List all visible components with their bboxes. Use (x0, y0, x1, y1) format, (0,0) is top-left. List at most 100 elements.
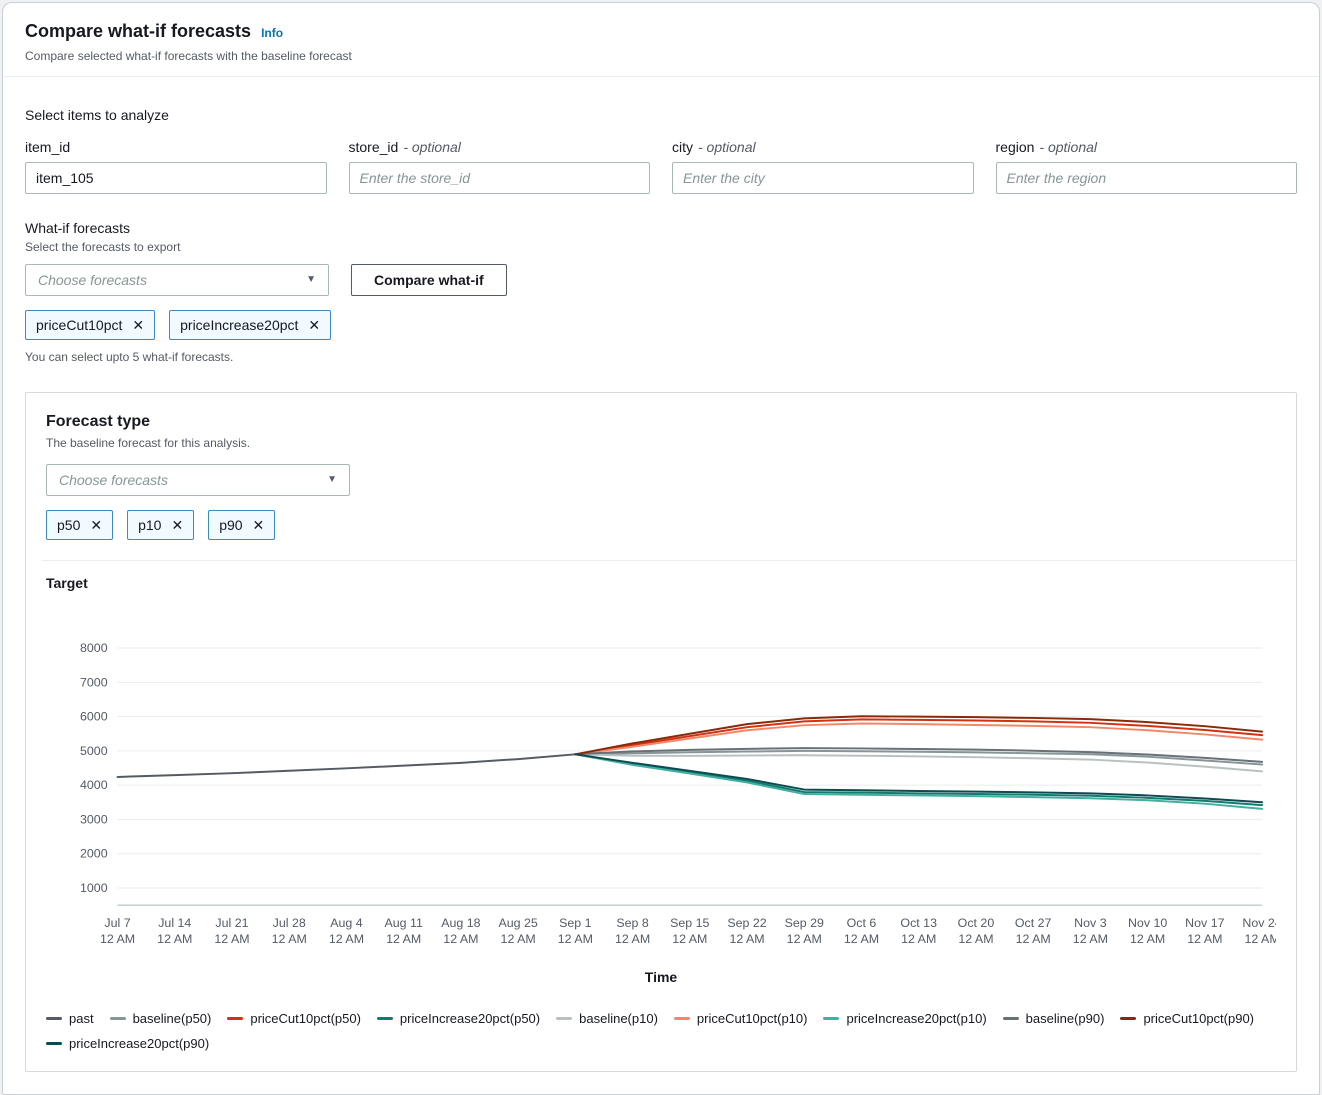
svg-text:Nov 1712 AM: Nov 1712 AM (1185, 916, 1224, 946)
token-p10[interactable]: p10 ✕ (127, 510, 194, 540)
legend-label: priceCut10pct(p90) (1143, 1011, 1254, 1026)
forecast-type-panel: Forecast type The baseline forecast for … (25, 392, 1297, 1072)
svg-text:Sep 1512 AM: Sep 1512 AM (670, 916, 709, 946)
legend-swatch (1003, 1017, 1019, 1020)
legend-item-priceCut10pct(p90)[interactable]: priceCut10pct(p90) (1120, 1011, 1254, 1026)
legend-swatch (46, 1017, 62, 1020)
whatif-section-label: What-if forecasts (25, 220, 1297, 236)
legend-swatch (227, 1017, 243, 1020)
series-line-past (118, 754, 576, 777)
svg-text:Sep 112 AM: Sep 112 AM (558, 916, 593, 946)
legend-label: priceIncrease20pct(p10) (846, 1011, 986, 1026)
region-field-group: region- optional (996, 139, 1298, 194)
legend-swatch (1120, 1017, 1136, 1020)
legend-item-priceIncrease20pct(p10)[interactable]: priceIncrease20pct(p10) (823, 1011, 986, 1026)
legend-label: priceIncrease20pct(p90) (69, 1036, 209, 1051)
token-label: priceIncrease20pct (180, 317, 298, 333)
dismiss-icon[interactable]: ✕ (253, 518, 265, 532)
page-container: Compare what-if forecasts Info Compare s… (2, 2, 1320, 1095)
legend-label: priceIncrease20pct(p50) (400, 1011, 540, 1026)
svg-text:Nov 1012 AM: Nov 1012 AM (1128, 916, 1167, 946)
caret-down-icon: ▼ (327, 475, 337, 485)
svg-text:5000: 5000 (80, 744, 108, 758)
svg-text:Aug 412 AM: Aug 412 AM (329, 916, 364, 946)
legend-swatch (46, 1042, 62, 1045)
svg-text:Aug 1812 AM: Aug 1812 AM (441, 916, 480, 946)
store-id-input[interactable] (349, 162, 651, 194)
svg-text:Nov 2412 AM: Nov 2412 AM (1242, 916, 1276, 946)
legend-item-priceIncrease20pct(p50)[interactable]: priceIncrease20pct(p50) (377, 1011, 540, 1026)
svg-text:1000: 1000 (80, 881, 108, 895)
item-id-label: item_id (25, 139, 327, 155)
svg-text:Nov 312 AM: Nov 312 AM (1073, 916, 1108, 946)
legend-item-priceIncrease20pct(p90)[interactable]: priceIncrease20pct(p90) (46, 1036, 209, 1051)
svg-text:Oct 2712 AM: Oct 2712 AM (1015, 916, 1052, 946)
token-priceIncrease20pct[interactable]: priceIncrease20pct ✕ (169, 310, 331, 340)
item-filter-fields: item_id store_id- optional city- optiona… (25, 139, 1297, 194)
x-axis-title: Time (46, 969, 1276, 985)
store-id-label: store_id- optional (349, 139, 651, 155)
whatif-description: Select the forecasts to export (25, 240, 1297, 254)
svg-text:8000: 8000 (80, 641, 108, 655)
select-items-section-label: Select items to analyze (25, 107, 1297, 123)
legend-item-priceCut10pct(p50)[interactable]: priceCut10pct(p50) (227, 1011, 361, 1026)
legend-swatch (377, 1017, 393, 1020)
legend-label: past (69, 1011, 94, 1026)
series-line-priceIncrease20pct(p50) (575, 754, 1262, 805)
legend-item-baseline(p50)[interactable]: baseline(p50) (110, 1011, 212, 1026)
forecast-chart: 10002000300040005000600070008000Jul 712 … (46, 617, 1276, 967)
whatif-select-placeholder: Choose forecasts (38, 272, 147, 288)
legend-swatch (674, 1017, 690, 1020)
page-content: Select items to analyze item_id store_id… (3, 77, 1319, 1094)
legend-swatch (110, 1017, 126, 1020)
dismiss-icon[interactable]: ✕ (171, 518, 183, 532)
svg-text:Jul 712 AM: Jul 712 AM (100, 916, 135, 946)
forecast-type-description: The baseline forecast for this analysis. (46, 436, 1276, 450)
svg-text:Aug 1112 AM: Aug 1112 AM (384, 916, 422, 946)
legend-label: baseline(p90) (1026, 1011, 1105, 1026)
legend-swatch (556, 1017, 572, 1020)
y-axis-title: Target (46, 575, 1276, 591)
forecast-type-title: Forecast type (46, 413, 1276, 431)
svg-text:Jul 2812 AM: Jul 2812 AM (272, 916, 307, 946)
region-input[interactable] (996, 162, 1298, 194)
city-input[interactable] (672, 162, 974, 194)
dismiss-icon[interactable]: ✕ (90, 518, 102, 532)
page-title: Compare what-if forecasts (25, 21, 251, 42)
token-constraint-text: You can select upto 5 what-if forecasts. (25, 350, 1297, 364)
svg-text:Aug 2512 AM: Aug 2512 AM (498, 916, 537, 946)
forecast-type-select-placeholder: Choose forecasts (59, 472, 168, 488)
dismiss-icon[interactable]: ✕ (308, 318, 320, 332)
token-label: priceCut10pct (36, 317, 122, 333)
legend-label: baseline(p10) (579, 1011, 658, 1026)
info-link[interactable]: Info (261, 26, 283, 40)
svg-text:Sep 2912 AM: Sep 2912 AM (785, 916, 824, 946)
svg-text:Oct 2012 AM: Oct 2012 AM (958, 916, 995, 946)
dismiss-icon[interactable]: ✕ (132, 318, 144, 332)
whatif-tokens: priceCut10pct ✕ priceIncrease20pct ✕ (25, 310, 1297, 340)
svg-text:Oct 1312 AM: Oct 1312 AM (900, 916, 937, 946)
region-label: region- optional (996, 139, 1298, 155)
forecast-type-select[interactable]: Choose forecasts ▼ (46, 464, 350, 496)
svg-text:3000: 3000 (80, 812, 108, 826)
forecast-chart-svg: 10002000300040005000600070008000Jul 712 … (46, 617, 1276, 967)
legend-item-baseline(p90)[interactable]: baseline(p90) (1003, 1011, 1105, 1026)
legend-item-priceCut10pct(p10)[interactable]: priceCut10pct(p10) (674, 1011, 808, 1026)
legend-swatch (823, 1017, 839, 1020)
page-subtitle: Compare selected what-if forecasts with … (25, 49, 1297, 63)
compare-what-if-button[interactable]: Compare what-if (351, 264, 507, 296)
token-p50[interactable]: p50 ✕ (46, 510, 113, 540)
panel-divider (42, 560, 1296, 561)
store-id-field-group: store_id- optional (349, 139, 651, 194)
whatif-forecasts-select[interactable]: Choose forecasts ▼ (25, 264, 329, 296)
svg-text:2000: 2000 (80, 847, 108, 861)
legend-label: priceCut10pct(p10) (697, 1011, 808, 1026)
legend-item-baseline(p10)[interactable]: baseline(p10) (556, 1011, 658, 1026)
token-p90[interactable]: p90 ✕ (208, 510, 275, 540)
city-field-group: city- optional (672, 139, 974, 194)
token-label: p10 (138, 517, 161, 533)
item-id-input[interactable] (25, 162, 327, 194)
legend-item-past[interactable]: past (46, 1011, 94, 1026)
token-priceCut10pct[interactable]: priceCut10pct ✕ (25, 310, 155, 340)
token-label: p50 (57, 517, 80, 533)
